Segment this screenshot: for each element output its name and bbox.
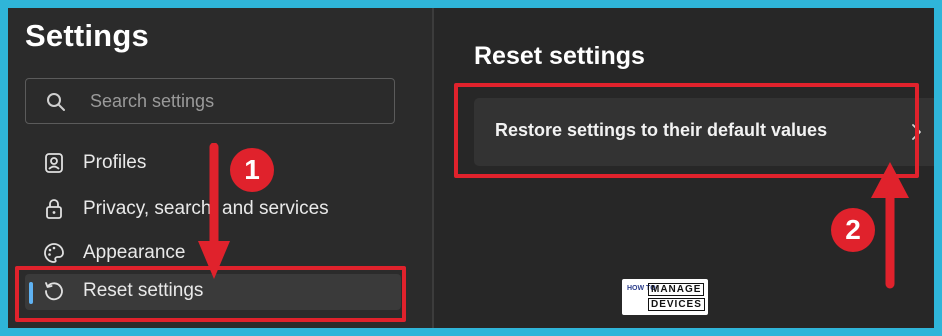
profiles-icon bbox=[45, 153, 63, 173]
annotation-arrow-down bbox=[198, 143, 230, 279]
step-badge-2: 2 bbox=[831, 208, 875, 252]
search-placeholder: Search settings bbox=[90, 91, 215, 111]
section-title: Reset settings bbox=[474, 42, 645, 70]
highlight-restore-defaults bbox=[454, 83, 919, 178]
sidebar-item-label: Appearance bbox=[83, 242, 186, 263]
logo-devices: DEVICES bbox=[648, 298, 705, 311]
page-title: Settings bbox=[25, 18, 149, 53]
sidebar-item-label: Profiles bbox=[83, 152, 147, 173]
step-badge-1: 1 bbox=[230, 148, 274, 192]
logo-manage: MANAGE bbox=[648, 283, 705, 296]
settings-window: Settings Search settings Profiles Privac bbox=[8, 8, 934, 328]
watermark-logo: HOW TO MANAGE DEVICES bbox=[622, 279, 708, 315]
search-icon bbox=[47, 93, 65, 111]
palette-icon bbox=[44, 243, 64, 263]
lock-icon bbox=[46, 199, 62, 219]
search-input[interactable]: Search settings bbox=[25, 78, 395, 124]
